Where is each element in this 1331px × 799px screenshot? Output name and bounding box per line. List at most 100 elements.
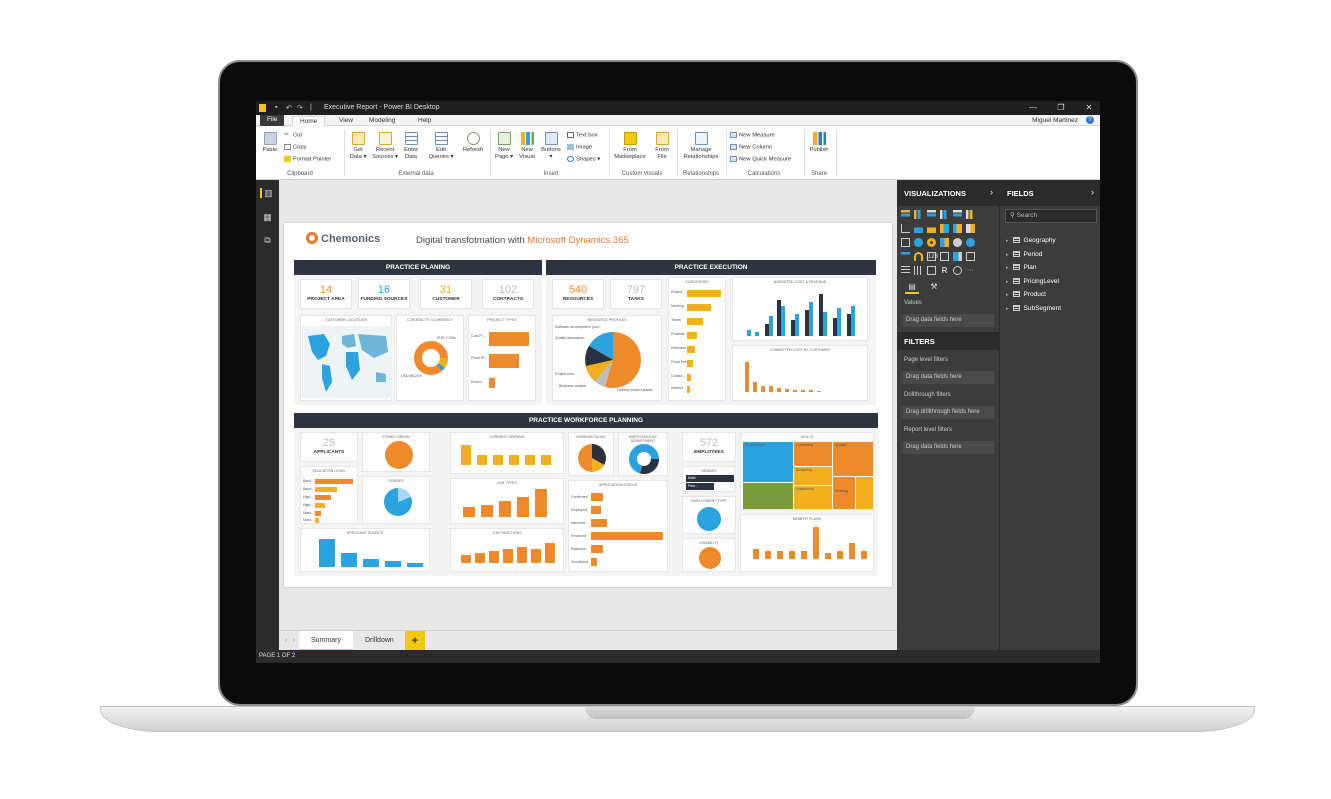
close-button[interactable]: ✕ <box>1082 103 1096 112</box>
working-mode-chart[interactable]: WORKING MODE <box>568 432 614 476</box>
budgeted-cost-revenue-chart[interactable]: BUDGETED COST & REVENUE <box>732 277 868 341</box>
next-page-arrow-icon[interactable]: › <box>289 631 299 651</box>
new-visual-button[interactable]: New Visual <box>517 132 537 160</box>
scatter-icon[interactable] <box>901 238 910 247</box>
publish-button[interactable]: Publish <box>807 132 831 154</box>
benefit-plans-chart[interactable]: BENEFIT PLANS <box>740 514 874 572</box>
kpi-project-area[interactable]: 14 PROJECT AREA <box>300 279 352 309</box>
field-table-period[interactable]: ▸ Period <box>1006 251 1042 258</box>
refresh-button[interactable]: Refresh <box>460 132 486 154</box>
card-icon[interactable]: 123 <box>927 252 938 261</box>
drillthrough-drop-well[interactable]: Drag drillthrough fields here <box>902 406 994 419</box>
committed-cost-chart[interactable]: COMMITTED COST BY CUSTOMER <box>732 345 868 401</box>
employment-type-chart[interactable]: EMPLOYMENT TYPE <box>682 496 736 534</box>
kpi-contracts[interactable]: 102 CONTRACTS <box>482 279 534 309</box>
skills-treemap[interactable]: SKILLS ProjectMgmt Consulting Quality Bu… <box>740 432 874 510</box>
education-level-chart[interactable]: EDUCATION LEVEL Bach... Bach... High... … <box>300 466 358 524</box>
map-icon[interactable] <box>953 238 962 247</box>
expand-arrow-icon[interactable]: ▸ <box>1006 292 1009 298</box>
line-column-icon[interactable] <box>940 224 949 233</box>
stacked-area-icon[interactable] <box>927 224 936 233</box>
tab-modeling[interactable]: Modeling <box>362 116 402 126</box>
manage-relationships-button[interactable]: Manage Relationships <box>680 132 722 160</box>
report-view-icon[interactable]: ▥ <box>260 188 273 198</box>
funnel-icon[interactable] <box>901 252 910 261</box>
stacked-column-icon[interactable] <box>914 210 923 219</box>
buttons-button[interactable]: Buttons ▾ <box>539 132 563 160</box>
enter-data-button[interactable]: Enter Data <box>401 132 421 160</box>
table-visual-icon[interactable] <box>901 266 910 275</box>
percent-bar-icon[interactable] <box>953 210 962 219</box>
ethnic-origin-chart[interactable]: ETHNIC ORIGIN <box>362 432 430 472</box>
area-chart-icon[interactable] <box>914 224 923 233</box>
minimize-button[interactable]: — <box>1026 103 1040 112</box>
treemap-icon[interactable] <box>940 238 949 247</box>
undo-icon[interactable]: ↶ <box>286 104 292 112</box>
kpi-funding-sources[interactable]: 16 FUNDING SOURCES <box>358 279 410 309</box>
pie-chart-icon[interactable] <box>914 238 923 247</box>
r-visual-icon[interactable] <box>927 266 936 275</box>
applicant-source-chart[interactable]: APPLICANT SOURCE <box>300 528 430 572</box>
expand-arrow-icon[interactable]: ▸ <box>1006 238 1009 244</box>
employees-by-department-chart[interactable]: EMPLOYEES BY DEPARTMENT <box>618 432 668 476</box>
new-page-button[interactable]: New Page ▾ <box>494 132 514 160</box>
expand-arrow-icon[interactable]: ▸ <box>1006 252 1009 258</box>
format-paint-roller-icon[interactable]: ⚒ <box>927 282 941 294</box>
shapes-button[interactable]: Shapes ▾ <box>567 156 600 163</box>
gender-employees-chart[interactable]: GENDER Male Fem... <box>682 466 736 492</box>
donut-chart-icon[interactable] <box>927 238 936 247</box>
from-marketplace-button[interactable]: From Marketplace <box>612 132 648 160</box>
image-button[interactable]: Image <box>567 144 592 151</box>
tab-view[interactable]: View <box>332 116 360 126</box>
tab-help[interactable]: Help <box>411 116 438 126</box>
field-table-product[interactable]: ▸ Product <box>1006 291 1046 298</box>
kpi-applicants[interactable]: 25 APPLICANTS <box>300 432 358 462</box>
field-table-subsegment[interactable]: ▸ SubSegment <box>1006 305 1061 312</box>
r-script-icon[interactable]: R <box>940 266 949 275</box>
kpi-customer[interactable]: 31 CUSTOMER <box>420 279 472 309</box>
restore-button[interactable]: ❐ <box>1054 103 1068 112</box>
edit-queries-button[interactable]: Edit Queries ▾ <box>428 132 454 160</box>
new-quick-measure-button[interactable]: New Quick Measure <box>730 156 791 163</box>
field-table-plan[interactable]: ▸ Plan <box>1006 264 1037 271</box>
more-visuals-icon[interactable]: ··· <box>966 266 975 275</box>
slicer-icon[interactable] <box>966 252 975 261</box>
fields-search-input[interactable]: ⚲ Search <box>1005 209 1097 223</box>
data-view-icon[interactable]: ▦ <box>262 212 273 222</box>
matrix-icon[interactable] <box>914 266 923 275</box>
contracts-currency-donut[interactable]: CONTRACTS / CURRENCY EUR 7.33% USD 86.21… <box>396 315 464 401</box>
field-table-pricinglevel[interactable]: ▸ PricingLevel <box>1006 278 1059 285</box>
new-measure-button[interactable]: New Measure <box>730 132 775 139</box>
gauge-icon[interactable] <box>914 252 923 261</box>
page-filters-drop-well[interactable]: Drag data fields here <box>902 371 994 384</box>
page-tab-summary[interactable]: Summary <box>299 631 353 651</box>
expand-arrow-icon[interactable]: ▸ <box>1006 279 1009 285</box>
redo-icon[interactable]: ↷ <box>297 104 303 112</box>
help-icon[interactable]: ? <box>1086 116 1094 124</box>
report-filters-drop-well[interactable]: Drag data fields here <box>902 441 994 454</box>
project-types-chart[interactable]: PROJECT TYPES Cost Pl... Fixed Pr... Eco… <box>468 315 536 401</box>
disability-chart[interactable]: DISABILITY <box>682 538 736 572</box>
paste-button[interactable]: Paste <box>260 132 280 154</box>
kpi-employees[interactable]: 572 EMPLOYEES <box>682 432 736 462</box>
expand-arrow-icon[interactable]: ▸ <box>1006 265 1009 271</box>
waterfall-icon[interactable] <box>966 224 975 233</box>
percent-column-icon[interactable] <box>966 210 975 219</box>
gender-chart[interactable]: GENDER <box>362 476 430 524</box>
ribbon-chart-icon[interactable] <box>953 224 962 233</box>
from-file-button[interactable]: From File <box>652 132 672 160</box>
line-chart-icon[interactable] <box>901 224 910 233</box>
relationships-view-icon[interactable]: ⧉ <box>262 235 273 245</box>
application-status-chart[interactable]: APPLICATION STATUS Confirmed Employed In… <box>568 480 668 572</box>
expand-arrow-icon[interactable]: ▸ <box>1006 306 1009 312</box>
resource-profiles-pie[interactable]: RESOURCE PROFILES Software development (… <box>552 315 662 401</box>
filled-map-icon[interactable] <box>966 238 975 247</box>
field-table-geography[interactable]: ▸ Geography <box>1006 237 1056 244</box>
kpi-icon[interactable] <box>953 252 962 261</box>
text-box-button[interactable]: Text box <box>567 132 598 139</box>
categories-chart[interactable]: CATEGORIES Project Meeting Travel Prueba… <box>668 277 726 401</box>
new-column-button[interactable]: New Column <box>730 144 772 151</box>
get-data-button[interactable]: Get Data ▾ <box>348 132 368 160</box>
kpi-tasks[interactable]: 797 TASKS <box>610 279 662 309</box>
clustered-column-icon[interactable] <box>940 210 949 219</box>
